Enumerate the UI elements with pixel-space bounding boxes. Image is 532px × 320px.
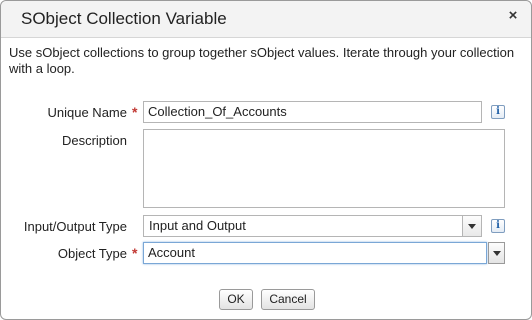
- description-label: Description: [61, 133, 127, 148]
- object-type-dropdown-button[interactable]: [488, 242, 505, 264]
- io-type-label: Input/Output Type: [23, 219, 127, 234]
- object-type-required-mark: *: [132, 245, 138, 261]
- unique-name-required-mark: *: [132, 104, 138, 120]
- description-textarea[interactable]: [143, 129, 505, 208]
- unique-name-input[interactable]: Collection_Of_Accounts: [143, 101, 482, 123]
- io-type-info-icon[interactable]: i: [491, 219, 505, 233]
- dialog-title: SObject Collection Variable: [21, 9, 227, 28]
- object-type-input[interactable]: Account: [143, 242, 487, 264]
- dialog-title-bar: SObject Collection Variable ×: [1, 1, 531, 38]
- chevron-down-icon[interactable]: [462, 216, 481, 236]
- sobject-collection-dialog: SObject Collection Variable × Use sObjec…: [0, 0, 532, 320]
- unique-name-label: Unique Name: [47, 105, 128, 120]
- ok-button[interactable]: OK: [219, 289, 253, 310]
- io-type-select[interactable]: Input and Output: [143, 215, 482, 237]
- dialog-description: Use sObject collections to group togethe…: [9, 45, 515, 76]
- io-type-selected-value: Input and Output: [149, 218, 246, 233]
- object-type-label: Object Type: [57, 246, 127, 261]
- unique-name-info-icon[interactable]: i: [491, 105, 505, 119]
- close-icon[interactable]: ×: [505, 8, 521, 24]
- cancel-button[interactable]: Cancel: [261, 289, 315, 310]
